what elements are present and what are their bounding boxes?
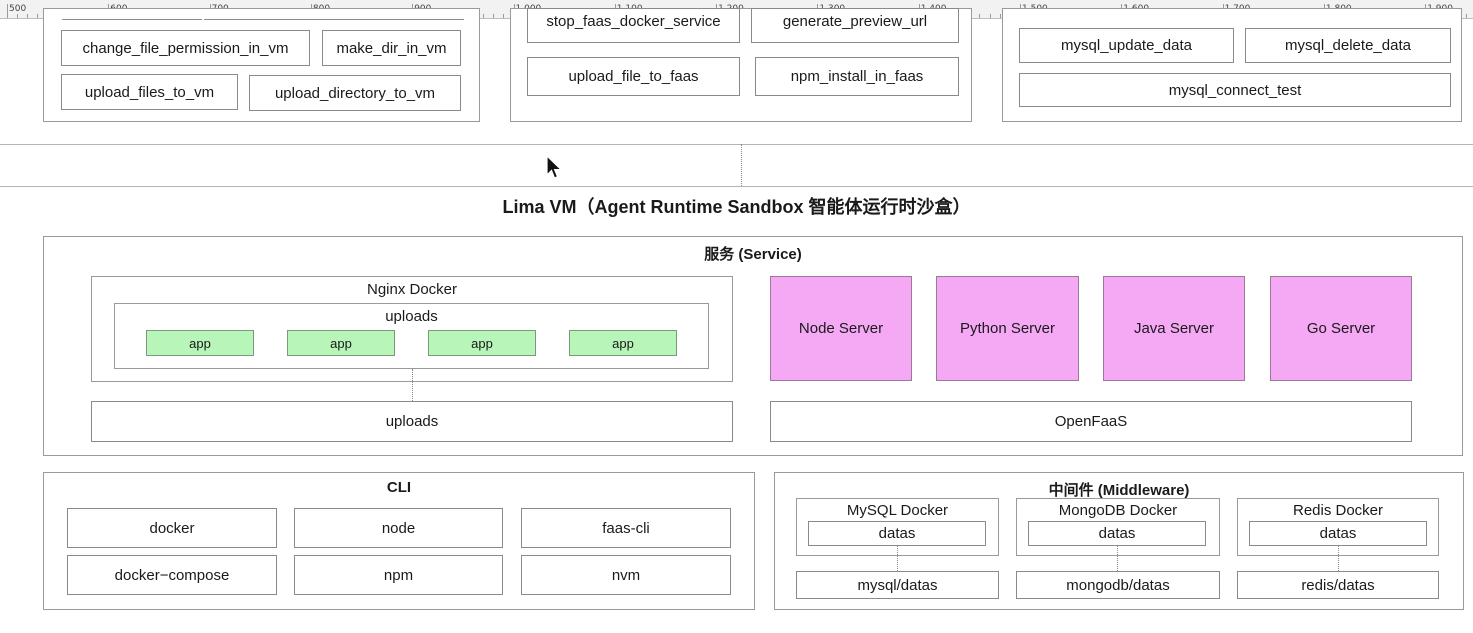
middleware-title: 中间件 (Middleware) <box>1048 482 1190 499</box>
ruler-tick <box>483 14 485 18</box>
ruler-tick <box>493 14 495 18</box>
ruler-tick <box>17 14 19 18</box>
ruler-tick <box>27 14 29 18</box>
change-file-permission-button[interactable]: change_file_permission_in_vm <box>61 30 310 66</box>
stop-faas-docker-service-button[interactable]: stop_faas_docker_service <box>527 8 740 43</box>
redis-datas-box: datas <box>1249 521 1427 546</box>
ruler-tick <box>999 14 1001 18</box>
ruler-tick <box>7 4 8 18</box>
mysql-delete-data-button[interactable]: mysql_delete_data <box>1245 28 1451 63</box>
mysql-update-data-button[interactable]: mysql_update_data <box>1019 28 1234 63</box>
mouse-cursor-icon <box>546 155 563 179</box>
python-server-box: Python Server <box>936 276 1079 381</box>
upload-files-button[interactable]: upload_files_to_vm <box>61 74 238 110</box>
generate-preview-url-button[interactable]: generate_preview_url <box>751 8 959 43</box>
connector-line <box>741 144 742 186</box>
uploads-inner-title: uploads <box>385 308 438 325</box>
mysql-connect-test-button[interactable]: mysql_connect_test <box>1019 73 1451 107</box>
npm-tool-box: npm <box>294 555 503 595</box>
app-box: app <box>569 330 677 356</box>
service-title: 服务 (Service) <box>704 246 802 263</box>
make-dir-button[interactable]: make_dir_in_vm <box>322 30 461 66</box>
redis-docker-title: Redis Docker <box>1292 502 1384 519</box>
go-server-box: Go Server <box>1270 276 1412 381</box>
mysql-datas-box: datas <box>808 521 986 546</box>
node-tool-box: node <box>294 508 503 548</box>
upload-directory-button[interactable]: upload_directory_to_vm <box>249 75 461 111</box>
panel-top-fragment <box>62 19 202 21</box>
ruler-tick <box>989 14 991 18</box>
connector-line <box>1117 546 1118 571</box>
cli-title: CLI <box>386 479 412 496</box>
diagram-title: Lima VM（Agent Runtime Sandbox 智能体运行时沙盒） <box>502 197 971 217</box>
openfaas-box: OpenFaaS <box>770 401 1412 442</box>
connector-line <box>412 369 413 401</box>
connector-line <box>1338 546 1339 571</box>
ruler-tick <box>979 14 981 18</box>
npm-install-in-faas-button[interactable]: npm_install_in_faas <box>755 57 959 96</box>
app-box: app <box>146 330 254 356</box>
mongodb-datas-box: datas <box>1028 521 1206 546</box>
nginx-docker-title: Nginx Docker <box>366 281 458 298</box>
connector-line <box>897 546 898 571</box>
upload-file-to-faas-button[interactable]: upload_file_to_faas <box>527 57 740 96</box>
nvm-tool-box: nvm <box>521 555 731 595</box>
docker-compose-tool-box: docker−compose <box>67 555 277 595</box>
panel-top-fragment <box>204 19 464 21</box>
faas-cli-tool-box: faas-cli <box>521 508 731 548</box>
uploads-volume-box: uploads <box>91 401 733 442</box>
mysql-volume-box: mysql/datas <box>796 571 999 599</box>
app-box: app <box>287 330 395 356</box>
node-server-box: Node Server <box>770 276 912 381</box>
mysql-docker-title: MySQL Docker <box>846 502 949 519</box>
ruler-tick <box>37 14 39 18</box>
redis-volume-box: redis/datas <box>1237 571 1439 599</box>
ruler-tick <box>503 14 505 18</box>
ruler-label: 500 <box>9 4 27 14</box>
section-divider <box>0 144 1473 145</box>
mongodb-volume-box: mongodb/datas <box>1016 571 1220 599</box>
docker-tool-box: docker <box>67 508 277 548</box>
ruler-tick <box>1465 14 1467 18</box>
app-box: app <box>428 330 536 356</box>
section-divider <box>0 186 1473 187</box>
mongodb-docker-title: MongoDB Docker <box>1058 502 1178 519</box>
java-server-box: Java Server <box>1103 276 1245 381</box>
